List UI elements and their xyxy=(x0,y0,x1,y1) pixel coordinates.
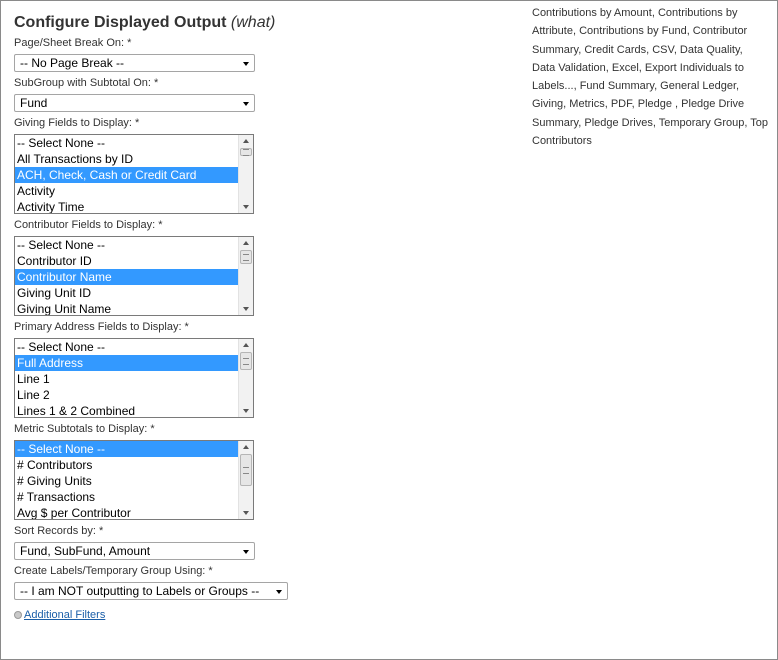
scroll-down-icon[interactable] xyxy=(243,307,249,311)
giving-fields-label: Giving Fields to Display: * xyxy=(14,117,140,129)
report-types-list: Contributions by Amount, Contributions b… xyxy=(532,7,768,148)
giving-fields-listbox[interactable]: -- Select None -- All Transactions by ID… xyxy=(14,134,254,214)
scroll-thumb[interactable] xyxy=(240,148,252,156)
list-option[interactable]: -- Select None -- xyxy=(15,135,241,151)
list-option[interactable]: Avg $ per Contributor xyxy=(15,505,241,519)
chevron-down-icon xyxy=(243,550,249,554)
list-option[interactable]: Giving Unit ID xyxy=(15,285,241,301)
title-subtext: (what) xyxy=(230,14,276,31)
additional-filters-row: Additional Filters xyxy=(14,608,314,622)
list-option-selected[interactable]: -- Select None -- xyxy=(15,441,241,457)
scroll-up-icon[interactable] xyxy=(243,241,249,245)
chevron-down-icon xyxy=(276,590,282,594)
list-option[interactable]: Lines 1 & 2 Combined xyxy=(15,403,241,417)
section-title: Configure Displayed Output (what) xyxy=(14,14,314,32)
labels-group-select[interactable]: -- I am NOT outputting to Labels or Grou… xyxy=(14,582,288,600)
labels-group-value: -- I am NOT outputting to Labels or Grou… xyxy=(20,584,260,598)
sort-label: Sort Records by: * xyxy=(14,525,104,537)
scroll-up-icon[interactable] xyxy=(243,139,249,143)
sort-value: Fund, SubFund, Amount xyxy=(20,544,151,558)
list-option[interactable]: Line 2 xyxy=(15,387,241,403)
labels-group-label: Create Labels/Temporary Group Using: * xyxy=(14,565,213,577)
title-text: Configure Displayed Output xyxy=(14,14,227,31)
scroll-down-icon[interactable] xyxy=(243,511,249,515)
list-option[interactable]: Giving Unit Name xyxy=(15,301,241,315)
subgroup-label: SubGroup with Subtotal On: * xyxy=(14,77,159,89)
list-option-selected[interactable]: Contributor Name xyxy=(15,269,241,285)
scroll-thumb[interactable] xyxy=(240,250,252,264)
scrollbar[interactable] xyxy=(238,237,253,315)
page-break-label: Page/Sheet Break On: * xyxy=(14,37,132,49)
scroll-down-icon[interactable] xyxy=(243,205,249,209)
list-option[interactable]: Activity Time xyxy=(15,199,241,213)
scrollbar[interactable] xyxy=(238,441,253,519)
list-option[interactable]: -- Select None -- xyxy=(15,237,241,253)
scrollbar[interactable] xyxy=(238,339,253,417)
address-fields-listbox[interactable]: -- Select None -- Full Address Line 1 Li… xyxy=(14,338,254,418)
sort-select[interactable]: Fund, SubFund, Amount xyxy=(14,542,255,560)
subgroup-select[interactable]: Fund xyxy=(14,94,255,112)
scroll-up-icon[interactable] xyxy=(243,445,249,449)
list-option-selected[interactable]: Full Address xyxy=(15,355,241,371)
address-fields-label: Primary Address Fields to Display: * xyxy=(14,321,189,333)
contributor-fields-label: Contributor Fields to Display: * xyxy=(14,219,163,231)
list-option[interactable]: Activity xyxy=(15,183,241,199)
metric-subtotals-listbox[interactable]: -- Select None -- # Contributors # Givin… xyxy=(14,440,254,520)
page-break-select[interactable]: -- No Page Break -- xyxy=(14,54,255,72)
scroll-up-icon[interactable] xyxy=(243,343,249,347)
list-option[interactable]: Line 1 xyxy=(15,371,241,387)
configure-output-panel: Configure Displayed Output (what) Page/S… xyxy=(14,14,314,622)
scroll-thumb[interactable] xyxy=(240,454,252,486)
page-break-value: -- No Page Break -- xyxy=(20,56,125,70)
list-option-selected[interactable]: ACH, Check, Cash or Credit Card xyxy=(15,167,241,183)
chevron-down-icon xyxy=(243,102,249,106)
contributor-fields-listbox[interactable]: -- Select None -- Contributor ID Contrib… xyxy=(14,236,254,316)
scroll-down-icon[interactable] xyxy=(243,409,249,413)
list-option[interactable]: Contributor ID xyxy=(15,253,241,269)
scroll-thumb[interactable] xyxy=(240,352,252,370)
list-option[interactable]: All Transactions by ID xyxy=(15,151,241,167)
additional-filters-link[interactable]: Additional Filters xyxy=(24,609,105,621)
subgroup-value: Fund xyxy=(20,96,48,110)
list-option[interactable]: -- Select None -- xyxy=(15,339,241,355)
metric-subtotals-label: Metric Subtotals to Display: * xyxy=(14,423,155,435)
list-option[interactable]: # Contributors xyxy=(15,457,241,473)
expand-bullet-icon[interactable] xyxy=(14,611,22,619)
chevron-down-icon xyxy=(243,62,249,66)
list-option[interactable]: # Giving Units xyxy=(15,473,241,489)
scrollbar[interactable] xyxy=(238,135,253,213)
list-option[interactable]: # Transactions xyxy=(15,489,241,505)
